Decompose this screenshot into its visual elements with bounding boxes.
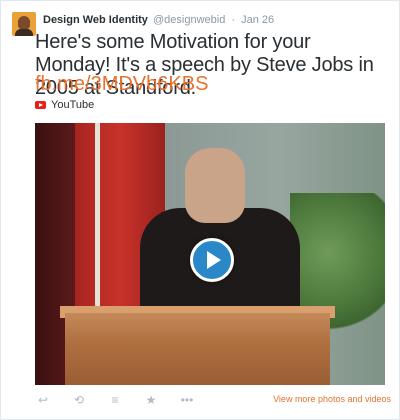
reply-icon[interactable]: ↩ [35, 393, 51, 407]
tweet-date[interactable]: Jan 26 [241, 14, 274, 26]
avatar-shirt [15, 29, 33, 36]
tweet-link[interactable]: fb.me/3MDVb6KBS [35, 73, 208, 96]
more-icon[interactable]: ••• [179, 393, 195, 407]
media-source-label: YouTube [51, 99, 95, 111]
play-icon[interactable] [190, 238, 234, 282]
retweet-icon[interactable]: ⟲ [71, 393, 87, 407]
media-source[interactable]: YouTube [35, 99, 94, 111]
header-separator: · [231, 14, 236, 26]
tweet-card: Design Web Identity @designwebid · Jan 2… [0, 0, 400, 420]
author-handle[interactable]: @designwebid [153, 14, 225, 26]
author-name[interactable]: Design Web Identity [43, 14, 148, 26]
tweet-header: Design Web Identity @designwebid · Jan 2… [43, 14, 274, 26]
author-avatar[interactable] [12, 12, 36, 36]
favorite-icon[interactable]: ★ [143, 393, 159, 407]
video-podium [65, 313, 330, 385]
video-player[interactable] [35, 123, 385, 385]
stack-icon[interactable]: ≡ [107, 393, 123, 407]
video-speaker-head [185, 148, 245, 223]
avatar-face [18, 16, 30, 30]
view-more-link[interactable]: View more photos and videos [273, 394, 391, 404]
youtube-icon [35, 101, 46, 109]
